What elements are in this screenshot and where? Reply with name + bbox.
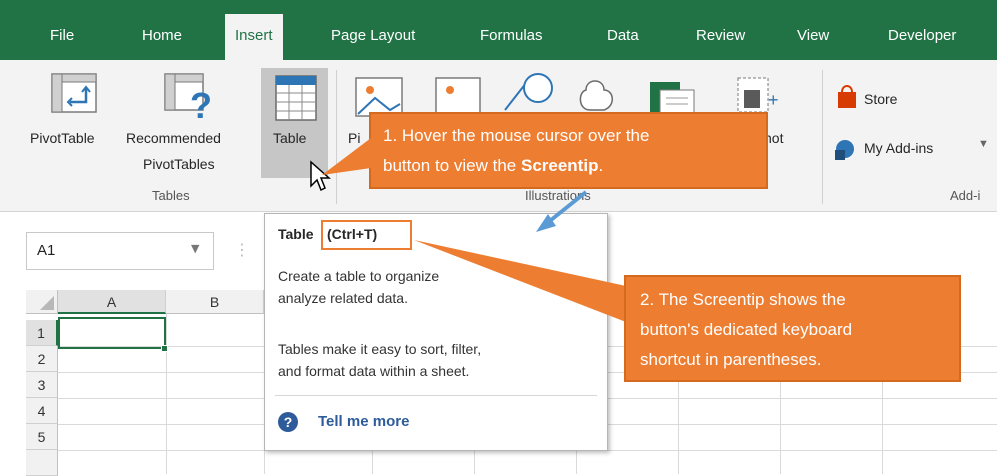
- group-label-tables: Tables: [152, 188, 190, 203]
- formula-bar-grip-icon: ⋮: [234, 240, 250, 259]
- tab-view[interactable]: View: [797, 27, 829, 44]
- pivottable-icon[interactable]: [51, 73, 97, 113]
- tab-page-layout[interactable]: Page Layout: [331, 27, 415, 44]
- recommended-pivottables-button[interactable]: Recommended: [126, 130, 221, 146]
- screentip-desc-line2: analyze related data.: [278, 290, 408, 306]
- select-all-icon: [40, 296, 54, 310]
- my-addins-dropdown-icon[interactable]: ▼: [978, 138, 989, 150]
- help-icon[interactable]: ?: [278, 412, 298, 432]
- tab-review[interactable]: Review: [696, 27, 745, 44]
- pictures-icon[interactable]: [355, 77, 403, 117]
- row-header-3[interactable]: 3: [26, 372, 58, 398]
- tab-formulas[interactable]: Formulas: [480, 27, 543, 44]
- tab-data[interactable]: Data: [607, 27, 639, 44]
- callout-2: 2. The Screentip shows the button's dedi…: [624, 275, 961, 382]
- store-icon[interactable]: [838, 85, 856, 108]
- screentip: Table (Ctrl+T) Create a table to organiz…: [264, 213, 608, 451]
- online-pictures-icon[interactable]: [435, 77, 481, 117]
- callout-2-line2: button's dedicated keyboard: [640, 320, 853, 339]
- svg-text:+: +: [768, 90, 779, 110]
- table-button[interactable]: Table: [273, 130, 306, 146]
- mouse-cursor-icon: [310, 160, 331, 192]
- screentip-desc-line1-tail: d: [537, 268, 545, 284]
- pivottable-button[interactable]: PivotTable: [30, 130, 95, 146]
- callout-1-line2-prefix: button to view the: [383, 156, 521, 175]
- screentip-title: Table: [278, 226, 314, 242]
- screentip-divider: [275, 395, 597, 396]
- callout-1-line1: 1. Hover the mouse cursor over the: [383, 126, 650, 145]
- name-box-dropdown-icon[interactable]: ▼: [191, 242, 199, 255]
- ribbon-tab-bar: File Home Insert Page Layout Formulas Da…: [0, 0, 997, 60]
- screentip-desc-line1: Create a table to organize: [278, 268, 440, 284]
- ribbon-separator: [336, 70, 337, 204]
- shortcut-highlight: [321, 220, 412, 250]
- group-label-illustrations: Illustrations: [525, 188, 591, 203]
- recommended-pivottables-label-line2: PivotTables: [143, 156, 215, 172]
- callout-1-line2-suffix: .: [598, 156, 604, 175]
- my-addins-button[interactable]: My Add-ins: [864, 140, 933, 156]
- active-cell-a1[interactable]: [58, 317, 166, 349]
- row-header-5[interactable]: 5: [26, 424, 58, 450]
- screenshot-icon[interactable]: +: [737, 77, 779, 113]
- row-header-4[interactable]: 4: [26, 398, 58, 424]
- icons-icon[interactable]: [579, 80, 613, 111]
- ribbon-separator: [822, 70, 823, 204]
- group-label-addins: Add-i: [950, 188, 981, 203]
- tab-file[interactable]: File: [50, 27, 74, 44]
- name-box-value: A1: [37, 242, 56, 259]
- column-header-b[interactable]: B: [166, 290, 264, 314]
- screentip-desc-line3: Tables make it easy to sort, filter,: [278, 341, 482, 357]
- select-all-corner[interactable]: [26, 290, 58, 314]
- callout-1-line2-bold: Screentip: [520, 156, 599, 175]
- callout-1-line2: button to view the Screentip.: [383, 152, 603, 180]
- row-header-2[interactable]: 2: [26, 346, 58, 372]
- shapes-icon[interactable]: [504, 73, 553, 111]
- recommended-pivottables-icon[interactable]: ?: [164, 73, 212, 126]
- callout-1: 1. Hover the mouse cursor over the butto…: [369, 112, 768, 189]
- my-addins-icon[interactable]: [835, 140, 854, 160]
- tab-insert[interactable]: Insert: [225, 14, 283, 60]
- callout-2-line1: 2. The Screentip shows the: [640, 290, 846, 309]
- tab-developer[interactable]: Developer: [888, 27, 956, 44]
- callout-2-line3: shortcut in parentheses.: [640, 350, 822, 369]
- column-header-a[interactable]: A: [58, 290, 166, 314]
- table-icon[interactable]: [275, 75, 317, 121]
- tab-home[interactable]: Home: [142, 27, 182, 44]
- store-button[interactable]: Store: [864, 91, 897, 107]
- row-header-1[interactable]: 1: [26, 320, 58, 346]
- pictures-button[interactable]: Pi: [348, 130, 360, 146]
- screentip-desc-line4: and format data within a sheet.: [278, 363, 470, 379]
- row-header-6[interactable]: [26, 450, 58, 476]
- name-box[interactable]: A1 ▼: [26, 232, 214, 270]
- svg-text:?: ?: [190, 85, 212, 126]
- fill-handle[interactable]: [161, 345, 168, 352]
- tell-me-more-link[interactable]: Tell me more: [318, 413, 409, 430]
